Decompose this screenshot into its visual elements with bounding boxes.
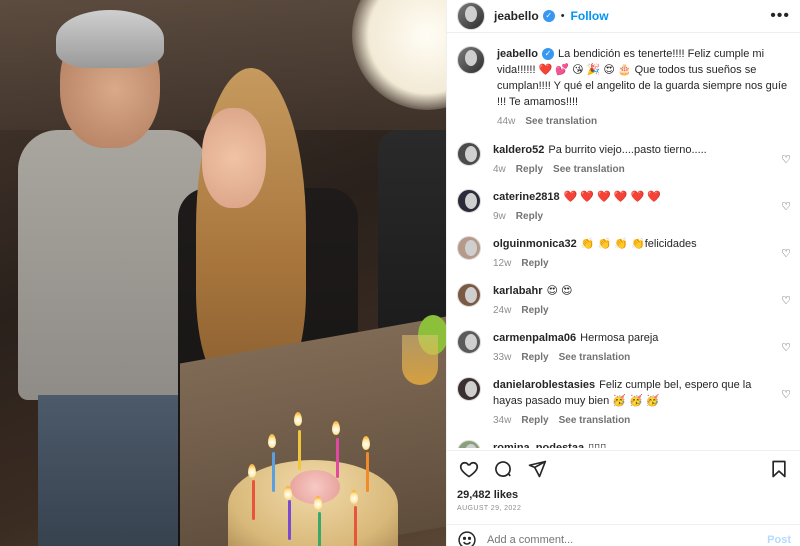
comment-item: romina_podestaa▯▯▯37wReply♡ xyxy=(457,440,791,448)
smiley-icon[interactable] xyxy=(457,530,477,546)
see-translation-button[interactable]: See translation xyxy=(559,413,631,429)
comment-username[interactable]: romina_podestaa xyxy=(493,442,584,448)
post-header: jeabello ✓ • Follow ••• xyxy=(447,0,800,33)
reply-button[interactable]: Reply xyxy=(521,256,548,272)
comment-text: Pa burrito viejo....pasto tierno..... xyxy=(548,144,707,156)
post-photo[interactable] xyxy=(0,0,446,546)
comment-like-heart-icon[interactable]: ♡ xyxy=(781,341,791,354)
comment-username[interactable]: kaldero52 xyxy=(493,144,544,156)
caption-time[interactable]: 44w xyxy=(497,114,515,130)
comment-like-heart-icon[interactable]: ♡ xyxy=(781,153,791,166)
post-date[interactable]: AUGUST 29, 2022 xyxy=(457,505,521,512)
comment-text: 👏 👏 👏 👏felicidades xyxy=(580,238,697,250)
likes-count[interactable]: 29,482 likes xyxy=(457,489,518,501)
comment-text: 😍 😍 xyxy=(546,285,573,297)
caption-username[interactable]: jeabello xyxy=(497,48,538,60)
verified-badge-icon: ✓ xyxy=(542,10,555,22)
reply-button[interactable]: Reply xyxy=(516,162,543,178)
photo-background-person xyxy=(378,130,446,330)
comment-item: caterine2818 ❤️ ❤️ ❤️ ❤️ ❤️ ❤️ 9w Reply ♡ xyxy=(457,189,791,225)
comment-text: ▯▯▯ xyxy=(588,442,607,448)
comment-item: carmenpalma06 Hermosa pareja 33w Reply See t… xyxy=(457,330,791,366)
comment-avatar[interactable] xyxy=(457,189,481,213)
comment-item: danielaroblestasies Feliz cumple bel, esp… xyxy=(457,377,791,429)
comment-time[interactable]: 12w xyxy=(493,256,511,272)
more-options-icon[interactable]: ••• xyxy=(770,7,790,25)
comment-like-heart-icon[interactable]: ♡ xyxy=(781,200,791,213)
comment-avatar[interactable] xyxy=(457,236,481,260)
caption-verified-icon: ✓ xyxy=(541,48,554,61)
comment-avatar[interactable] xyxy=(457,440,481,448)
comment-username[interactable]: carmenpalma06 xyxy=(493,332,576,344)
see-translation-button[interactable]: See translation xyxy=(553,162,625,178)
comment-time[interactable]: 24w xyxy=(493,303,511,319)
caption: jeabello ✓ La bendición es tenerte!!!! Fel… xyxy=(457,46,791,130)
comment-username[interactable]: olguinmonica32 xyxy=(493,238,577,250)
comment-text: Hermosa pareja xyxy=(580,332,659,344)
see-translation-button[interactable]: See translation xyxy=(559,350,631,366)
add-comment-bar: Post xyxy=(447,524,800,546)
photo-glass xyxy=(402,335,438,385)
comments-list[interactable]: jeabello ✓ La bendición es tenerte!!!! Fel… xyxy=(447,34,800,448)
comment-like-heart-icon[interactable]: ♡ xyxy=(781,388,791,401)
comment-item: karlabahr 😍 😍 24w Reply ♡ xyxy=(457,283,791,319)
comment-item: olguinmonica32 👏 👏 👏 👏felicidades 12w Reply… xyxy=(457,236,791,272)
caption-text: La bendición es tenerte!!!! Feliz cumple… xyxy=(497,48,788,108)
comment-icon[interactable] xyxy=(491,457,515,481)
comment-item: kaldero52 Pa burrito viejo....pasto tiern… xyxy=(457,142,791,178)
comment-text: ❤️ ❤️ ❤️ ❤️ ❤️ ❤️ xyxy=(563,191,662,203)
reply-button[interactable]: Reply xyxy=(521,303,548,319)
comment-username[interactable]: caterine2818 xyxy=(493,191,560,203)
comment-like-heart-icon[interactable]: ♡ xyxy=(781,247,791,260)
comment-username[interactable]: danielaroblestasies xyxy=(493,379,595,391)
follow-button[interactable]: Follow xyxy=(571,9,609,23)
comment-avatar[interactable] xyxy=(457,330,481,354)
heart-icon[interactable] xyxy=(457,457,481,481)
post-side-panel: jeabello ✓ • Follow ••• jeabello ✓ La bend… xyxy=(446,0,800,546)
send-icon[interactable] xyxy=(525,457,549,481)
header-separator: • xyxy=(560,10,565,22)
reply-button[interactable]: Reply xyxy=(521,413,548,429)
caption-avatar[interactable] xyxy=(457,46,485,74)
comment-time[interactable]: 33w xyxy=(493,350,511,366)
reply-button[interactable]: Reply xyxy=(516,209,543,225)
comment-username[interactable]: karlabahr xyxy=(493,285,543,297)
caption-see-translation[interactable]: See translation xyxy=(525,114,597,130)
post-actions xyxy=(447,450,800,486)
comment-avatar[interactable] xyxy=(457,377,481,401)
bookmark-icon[interactable] xyxy=(767,457,791,481)
add-comment-input[interactable] xyxy=(487,533,768,546)
author-username[interactable]: jeabello xyxy=(494,9,539,23)
comment-time[interactable]: 9w xyxy=(493,209,506,225)
comment-like-heart-icon[interactable]: ♡ xyxy=(781,294,791,307)
author-avatar[interactable] xyxy=(457,2,485,30)
post-comment-button[interactable]: Post xyxy=(767,534,791,546)
comment-avatar[interactable] xyxy=(457,283,481,307)
reply-button[interactable]: Reply xyxy=(521,350,548,366)
comment-avatar[interactable] xyxy=(457,142,481,166)
instagram-post-view: jeabello ✓ • Follow ••• jeabello ✓ La bend… xyxy=(0,0,800,546)
comment-time[interactable]: 34w xyxy=(493,413,511,429)
comment-time[interactable]: 4w xyxy=(493,162,506,178)
